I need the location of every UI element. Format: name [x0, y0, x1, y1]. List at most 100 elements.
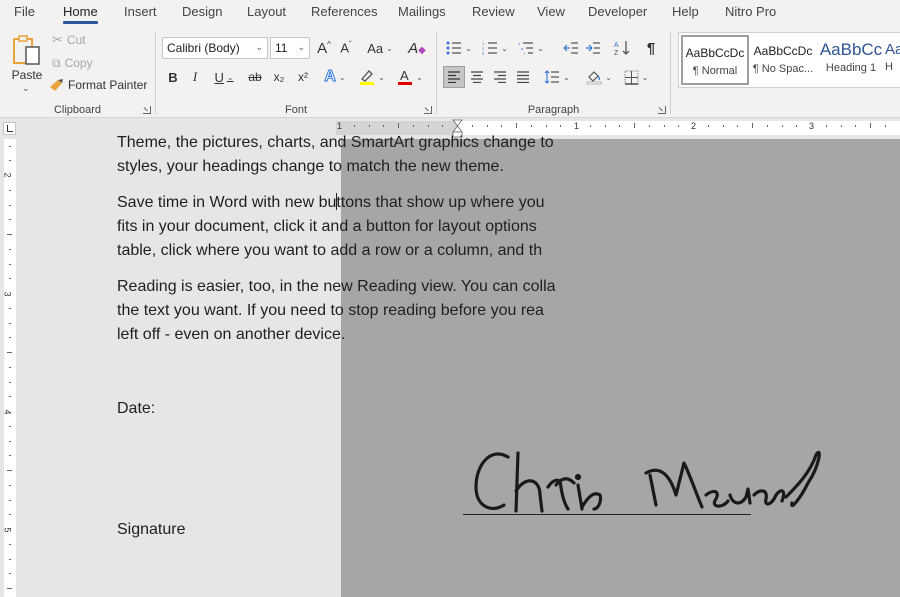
- document-line[interactable]: table, click where you want to add a row…: [117, 239, 542, 263]
- ruler-tick: [634, 123, 635, 128]
- tab-file[interactable]: File: [14, 4, 35, 19]
- ruler-number: 3: [2, 291, 13, 297]
- clipboard-dialog-launcher[interactable]: [143, 106, 151, 114]
- date-label[interactable]: Date:: [117, 397, 155, 421]
- document-line[interactable]: the text you want. If you need to stop r…: [117, 299, 544, 323]
- font-size-dropdown[interactable]: 11 ⌄: [270, 37, 310, 59]
- superscript-icon: x²: [298, 70, 308, 84]
- align-center-button[interactable]: [466, 66, 488, 88]
- font-dialog-launcher[interactable]: [424, 106, 432, 114]
- style-heading-2[interactable]: Aa H: [885, 35, 900, 85]
- underline-button[interactable]: U ⌄: [208, 66, 240, 88]
- chevron-down-icon: ⌄: [563, 72, 570, 82]
- ruler-tick: [9, 248, 11, 250]
- document-line[interactable]: styles, your headings change to match th…: [117, 155, 504, 179]
- ruler-number: 5: [2, 527, 13, 533]
- paragraph-dialog-launcher[interactable]: [658, 106, 666, 114]
- tab-view[interactable]: View: [537, 4, 565, 19]
- ruler-tick: [9, 381, 11, 383]
- tab-mailings[interactable]: Mailings: [398, 4, 446, 19]
- separator: [670, 32, 671, 114]
- style-no-spacing[interactable]: AaBbCcDc ¶ No Spac...: [749, 35, 817, 85]
- strikethrough-icon: ab: [248, 70, 262, 84]
- subscript-button[interactable]: x₂: [268, 66, 290, 88]
- borders-button[interactable]: ⌄: [620, 66, 652, 88]
- style-preview: AaBbCc: [819, 40, 883, 59]
- styles-gallery: AaBbCcDc ¶ Normal AaBbCcDc ¶ No Spac... …: [678, 32, 900, 88]
- tab-nitro-pro[interactable]: Nitro Pro: [725, 4, 776, 19]
- tab-design[interactable]: Design: [182, 4, 222, 19]
- line-spacing-button[interactable]: ⌄: [541, 66, 573, 88]
- document-line[interactable]: fits in your document, click it and a bu…: [117, 215, 537, 239]
- ruler-tick: [9, 396, 11, 398]
- tab-stop-selector[interactable]: [3, 122, 16, 135]
- ruler-number: 4: [2, 409, 13, 415]
- ruler-tick: [9, 455, 11, 457]
- chevron-down-icon: ⌄: [386, 43, 393, 53]
- italic-button[interactable]: I: [186, 66, 204, 88]
- bullets-button[interactable]: ⌄: [443, 37, 475, 59]
- paste-button[interactable]: Paste ⌄: [8, 32, 46, 96]
- ruler-tick: [545, 125, 547, 127]
- ruler-number: 1: [574, 121, 580, 131]
- format-painter-button[interactable]: Format Painter: [49, 76, 147, 94]
- chevron-down-icon[interactable]: ⌄: [22, 83, 30, 94]
- clear-formatting-button[interactable]: A◆: [406, 37, 428, 59]
- grow-font-button[interactable]: A^: [314, 37, 334, 59]
- bold-button[interactable]: B: [164, 66, 182, 88]
- tab-references[interactable]: References: [311, 4, 377, 19]
- multilevel-list-button[interactable]: 1 a i ⌄: [515, 37, 547, 59]
- change-case-button[interactable]: Aa ⌄: [364, 37, 396, 59]
- ruler-tick: [9, 514, 11, 516]
- chevron-down-icon: ⌄: [537, 43, 544, 53]
- ribbon: Paste ⌄ ✂ Cut ⧉ Copy Format Painter Clip…: [0, 28, 900, 118]
- copy-button[interactable]: ⧉ Copy: [52, 54, 93, 72]
- shrink-font-icon: Aˇ: [340, 40, 352, 56]
- show-formatting-button[interactable]: ¶: [641, 37, 661, 59]
- document-line[interactable]: Theme, the pictures, charts, and SmartAr…: [117, 131, 554, 155]
- tab-insert[interactable]: Insert: [124, 4, 157, 19]
- increase-indent-button[interactable]: [583, 37, 603, 59]
- style-name: H: [885, 61, 893, 73]
- sort-button[interactable]: AZ: [611, 37, 633, 59]
- style-heading-1[interactable]: AaBbCc Heading 1: [817, 35, 885, 85]
- style-name: ¶ No Spac...: [752, 63, 814, 75]
- align-left-icon: [448, 71, 460, 83]
- signature-image[interactable]: Chris Menard: [470, 445, 830, 520]
- tab-developer[interactable]: Developer: [588, 4, 647, 19]
- ruler-tick: [9, 307, 11, 309]
- tab-layout[interactable]: Layout: [247, 4, 286, 19]
- vertical-ruler[interactable]: 2 3 4 5: [0, 139, 18, 597]
- justify-button[interactable]: [512, 66, 534, 88]
- font-name-dropdown[interactable]: Calibri (Body) ⌄: [162, 37, 268, 59]
- ruler-tick: [9, 145, 11, 147]
- tab-home[interactable]: Home: [63, 4, 98, 24]
- ruler-tick: [516, 123, 517, 128]
- signature-label[interactable]: Signature: [117, 518, 186, 542]
- ruler-tick: [722, 125, 724, 127]
- style-normal[interactable]: AaBbCcDc ¶ Normal: [681, 35, 749, 85]
- document-line[interactable]: Reading is easier, too, in the new Readi…: [117, 275, 556, 299]
- ruler-number: 2: [2, 172, 13, 178]
- ruler-tick: [9, 484, 11, 486]
- document-line[interactable]: left off - even on another device.: [117, 323, 345, 347]
- highlight-button[interactable]: ⌄: [356, 66, 388, 88]
- decrease-indent-button[interactable]: [561, 37, 581, 59]
- font-color-button[interactable]: A ⌄: [394, 66, 426, 88]
- text-effects-button[interactable]: A ⌄: [320, 66, 350, 88]
- ruler-tick: [9, 499, 11, 501]
- style-name: ¶ Normal: [692, 65, 738, 77]
- align-left-button[interactable]: [443, 66, 465, 88]
- shrink-font-button[interactable]: Aˇ: [336, 37, 356, 59]
- superscript-button[interactable]: x²: [292, 66, 314, 88]
- chevron-down-icon: ⌄: [605, 72, 612, 82]
- tab-help[interactable]: Help: [672, 4, 699, 19]
- font-group-label: Font: [284, 104, 307, 116]
- numbering-button[interactable]: 1 2 3 ⌄: [479, 37, 511, 59]
- tab-review[interactable]: Review: [472, 4, 515, 19]
- strikethrough-button[interactable]: ab: [244, 66, 266, 88]
- align-right-button[interactable]: [489, 66, 511, 88]
- cut-button[interactable]: ✂ Cut: [52, 31, 86, 49]
- document-line[interactable]: Save time in Word with new buttons that …: [117, 191, 544, 215]
- shading-button[interactable]: ⌄: [583, 66, 615, 88]
